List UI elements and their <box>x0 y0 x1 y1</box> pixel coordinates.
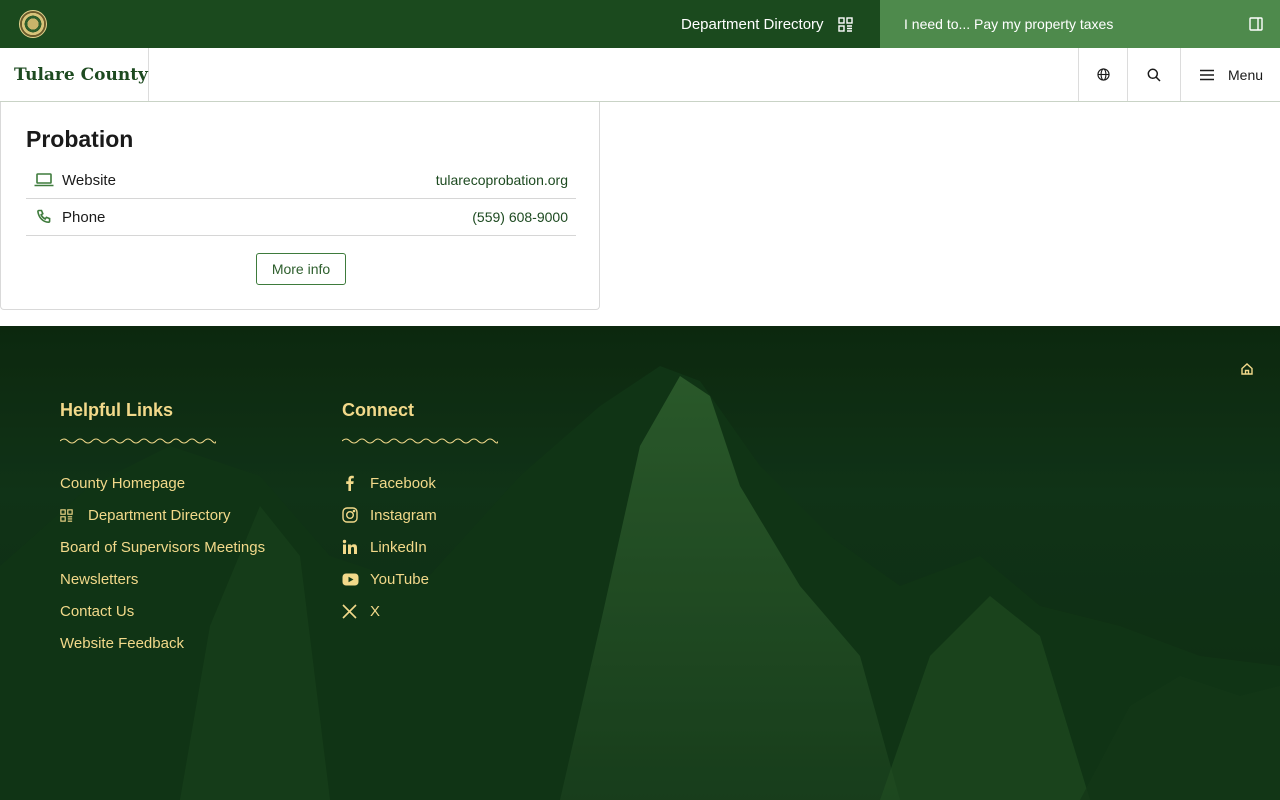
footer-link-board-of-supervisors[interactable]: Board of Supervisors Meetings <box>60 531 265 563</box>
footer-link-newsletters[interactable]: Newsletters <box>60 563 265 595</box>
home-icon[interactable] <box>1240 362 1254 376</box>
social-link-facebook[interactable]: Facebook <box>342 467 498 499</box>
footer-link-label: Board of Supervisors Meetings <box>60 538 266 556</box>
footer-link-label: Contact Us <box>60 602 135 620</box>
site-header: Tulare County Menu <box>0 48 1280 102</box>
menu-label: Menu <box>1228 66 1264 83</box>
search-icon <box>1147 68 1161 82</box>
helpful-links-column: Helpful Links County Homepage Department… <box>60 400 265 659</box>
footer-link-county-homepage[interactable]: County Homepage <box>60 467 265 499</box>
x-icon <box>342 603 357 619</box>
i-need-to-bar[interactable]: I need to... Pay my property taxes <box>880 0 1280 48</box>
website-label: Website <box>62 171 116 189</box>
phone-icon <box>37 209 51 224</box>
department-directory-label: Department Directory <box>681 15 824 33</box>
helpful-links-heading: Helpful Links <box>60 400 174 420</box>
social-link-instagram[interactable]: Instagram <box>342 499 498 531</box>
youtube-icon <box>342 573 359 585</box>
footer-link-label: County Homepage <box>60 474 186 492</box>
connect-column: Connect Facebook Instagram LinkedIn YouT… <box>342 400 498 627</box>
linkedin-icon <box>342 539 357 554</box>
website-row: Website tularecoprobation.org <box>26 162 576 199</box>
facebook-icon <box>346 475 354 491</box>
globe-icon <box>1096 68 1110 81</box>
social-link-label: X <box>370 602 381 620</box>
department-directory-link[interactable]: Department Directory <box>681 0 853 48</box>
footer-link-website-feedback[interactable]: Website Feedback <box>60 627 265 659</box>
social-link-label: Facebook <box>370 474 436 492</box>
social-link-x[interactable]: X <box>342 595 498 627</box>
footer-link-label: Newsletters <box>60 570 139 588</box>
top-utility-bar: Department Directory I need to... Pay my… <box>0 0 1280 48</box>
department-title: Probation <box>26 126 134 152</box>
footer-link-contact-us[interactable]: Contact Us <box>60 595 265 627</box>
wavy-divider <box>60 438 216 444</box>
social-link-label: YouTube <box>370 570 429 588</box>
wavy-divider <box>342 438 498 444</box>
phone-label: Phone <box>62 208 106 226</box>
footer-link-department-directory[interactable]: Department Directory <box>60 499 265 531</box>
social-link-linkedin[interactable]: LinkedIn <box>342 531 498 563</box>
side-panel-icon[interactable] <box>1249 17 1263 31</box>
menu-button[interactable]: Menu <box>1180 48 1280 101</box>
laptop-icon <box>34 173 54 187</box>
footer-link-label: Website Feedback <box>60 634 184 652</box>
i-need-to-text: I need to... Pay my property taxes <box>904 16 1114 32</box>
directory-grid-icon <box>837 16 853 32</box>
social-link-label: LinkedIn <box>370 538 427 556</box>
site-brand[interactable]: Tulare County <box>0 48 149 101</box>
website-link[interactable]: tularecoprobation.org <box>436 172 568 188</box>
instagram-icon <box>342 507 358 523</box>
social-link-label: Instagram <box>370 506 437 524</box>
phone-link[interactable]: (559) 608-9000 <box>472 209 568 225</box>
social-link-youtube[interactable]: YouTube <box>342 563 498 595</box>
footer-link-label: Department Directory <box>88 506 231 524</box>
hamburger-icon <box>1200 69 1214 80</box>
directory-grid-icon <box>60 508 73 522</box>
more-info-button[interactable]: More info <box>256 253 346 285</box>
connect-heading: Connect <box>342 400 414 420</box>
search-button[interactable] <box>1127 48 1180 101</box>
phone-row: Phone (559) 608-9000 <box>26 199 576 236</box>
department-card: Probation Website tularecoprobation.org … <box>0 102 600 310</box>
county-seal-logo[interactable] <box>19 10 47 38</box>
language-button[interactable] <box>1078 48 1127 101</box>
site-footer: Helpful Links County Homepage Department… <box>0 326 1280 800</box>
